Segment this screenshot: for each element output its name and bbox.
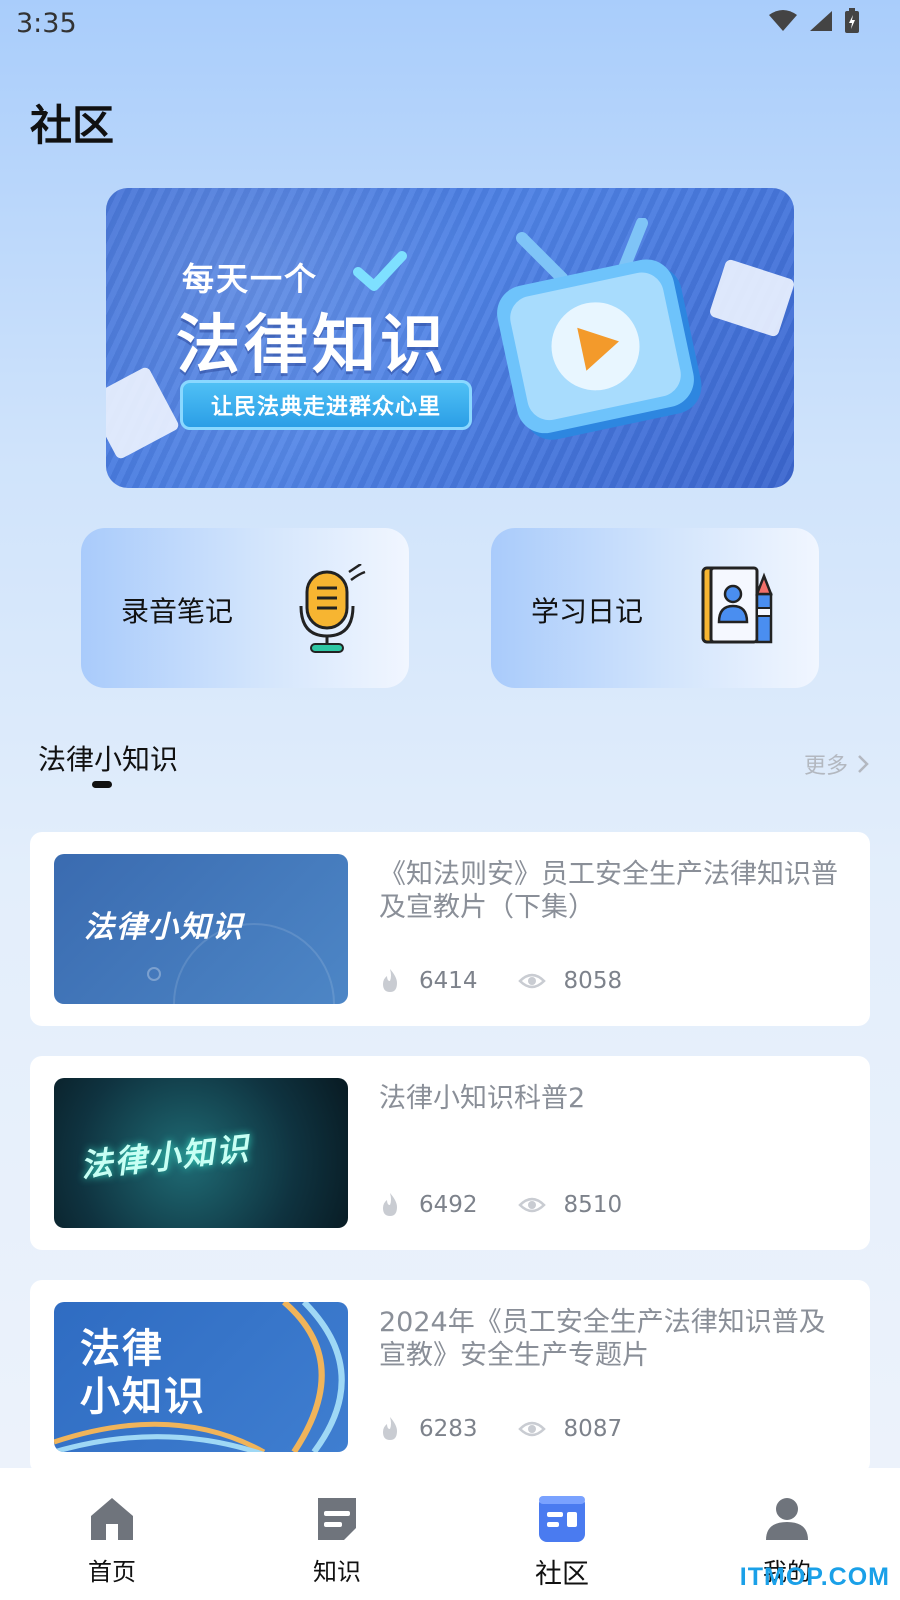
quick-action-study-diary[interactable]: 学习日记 xyxy=(491,528,819,688)
tab-label: 首页 xyxy=(88,1558,136,1586)
section-title[interactable]: 法律小知识 xyxy=(38,738,178,778)
paper-decoration xyxy=(708,258,794,338)
list-item[interactable]: 法律小知识 《知法则安》员工安全生产法律知识普及宣教片（下集） 6414 805… xyxy=(30,832,870,1026)
video-thumbnail: 法律小知识 xyxy=(54,1078,348,1228)
eye-icon xyxy=(517,973,546,989)
tab-community[interactable]: 社区 xyxy=(507,1494,617,1591)
thumbnail-caption: 小知识 xyxy=(80,1374,206,1420)
section-tab-indicator xyxy=(92,781,112,788)
more-link[interactable]: 更多 xyxy=(804,748,870,780)
banner-title: 法律知识 xyxy=(176,309,448,383)
tab-home[interactable]: 首页 xyxy=(57,1494,167,1587)
diary-icon xyxy=(701,566,773,644)
flame-icon xyxy=(383,969,397,992)
tab-label: 知识 xyxy=(313,1558,361,1586)
video-thumbnail: 法律 小知识 xyxy=(54,1302,348,1452)
signal-icon xyxy=(810,11,832,31)
thumbnail-caption: 法律小知识 xyxy=(78,1129,252,1185)
bottom-tab-bar: 首页 知识 社区 我的 ITMOP.COM xyxy=(0,1468,900,1600)
likes-count: 6492 xyxy=(419,1192,478,1218)
item-stats: 6492 8510 xyxy=(379,1192,662,1218)
likes-count: 6283 xyxy=(419,1416,478,1442)
status-bar: 3:35 xyxy=(0,0,900,48)
views-count: 8510 xyxy=(563,1192,623,1218)
views-count: 8087 xyxy=(563,1416,623,1442)
item-title: 《知法则安》员工安全生产法律知识普及宣教片（下集） xyxy=(379,859,838,923)
flame-icon xyxy=(383,1193,397,1216)
item-stats: 6283 8087 xyxy=(379,1416,662,1442)
chevron-right-icon xyxy=(858,755,869,773)
item-title: 法律小知识科普2 xyxy=(379,1083,586,1114)
list-item[interactable]: 法律小知识 法律小知识科普2 6492 8510 xyxy=(30,1056,870,1250)
quick-action-label: 录音笔记 xyxy=(121,595,234,628)
flame-icon xyxy=(383,1417,397,1440)
home-icon xyxy=(91,1498,133,1540)
watermark: ITMOP.COM xyxy=(739,1563,890,1591)
status-icons xyxy=(768,8,860,34)
battery-icon xyxy=(845,8,859,33)
item-stats: 6414 8058 xyxy=(379,968,662,994)
thumbnail-caption: 法律小知识 xyxy=(84,910,244,945)
views-count: 8058 xyxy=(563,968,623,994)
banner-slogan: 让民法典走进群众心里 xyxy=(180,380,472,430)
profile-icon xyxy=(766,1498,808,1540)
tab-label: 社区 xyxy=(535,1559,589,1590)
paper-decoration xyxy=(106,365,181,461)
quick-action-voice-notes[interactable]: 录音笔记 xyxy=(81,528,409,688)
wifi-icon xyxy=(769,10,797,31)
tab-knowledge[interactable]: 知识 xyxy=(282,1494,392,1587)
eye-icon xyxy=(517,1421,546,1437)
eye-icon xyxy=(517,1197,546,1213)
likes-count: 6414 xyxy=(419,968,478,994)
video-thumbnail: 法律小知识 xyxy=(54,854,348,1004)
status-time: 3:35 xyxy=(16,8,77,39)
knowledge-icon xyxy=(318,1498,356,1540)
check-icon xyxy=(353,251,407,291)
quick-action-label: 学习日记 xyxy=(531,595,644,628)
tv-play-icon xyxy=(497,218,702,440)
item-title: 2024年《员工安全生产法律知识普及宣教》安全生产专题片 xyxy=(379,1307,826,1371)
page-title: 社区 xyxy=(30,101,115,150)
community-icon xyxy=(539,1496,585,1542)
microphone-icon xyxy=(299,564,366,653)
more-label: 更多 xyxy=(803,754,848,779)
promo-banner[interactable]: 每天一个 法律知识 让民法典走进群众心里 xyxy=(106,188,794,488)
list-item[interactable]: 法律 小知识 2024年《员工安全生产法律知识普及宣教》安全生产专题片 6283… xyxy=(30,1280,870,1474)
